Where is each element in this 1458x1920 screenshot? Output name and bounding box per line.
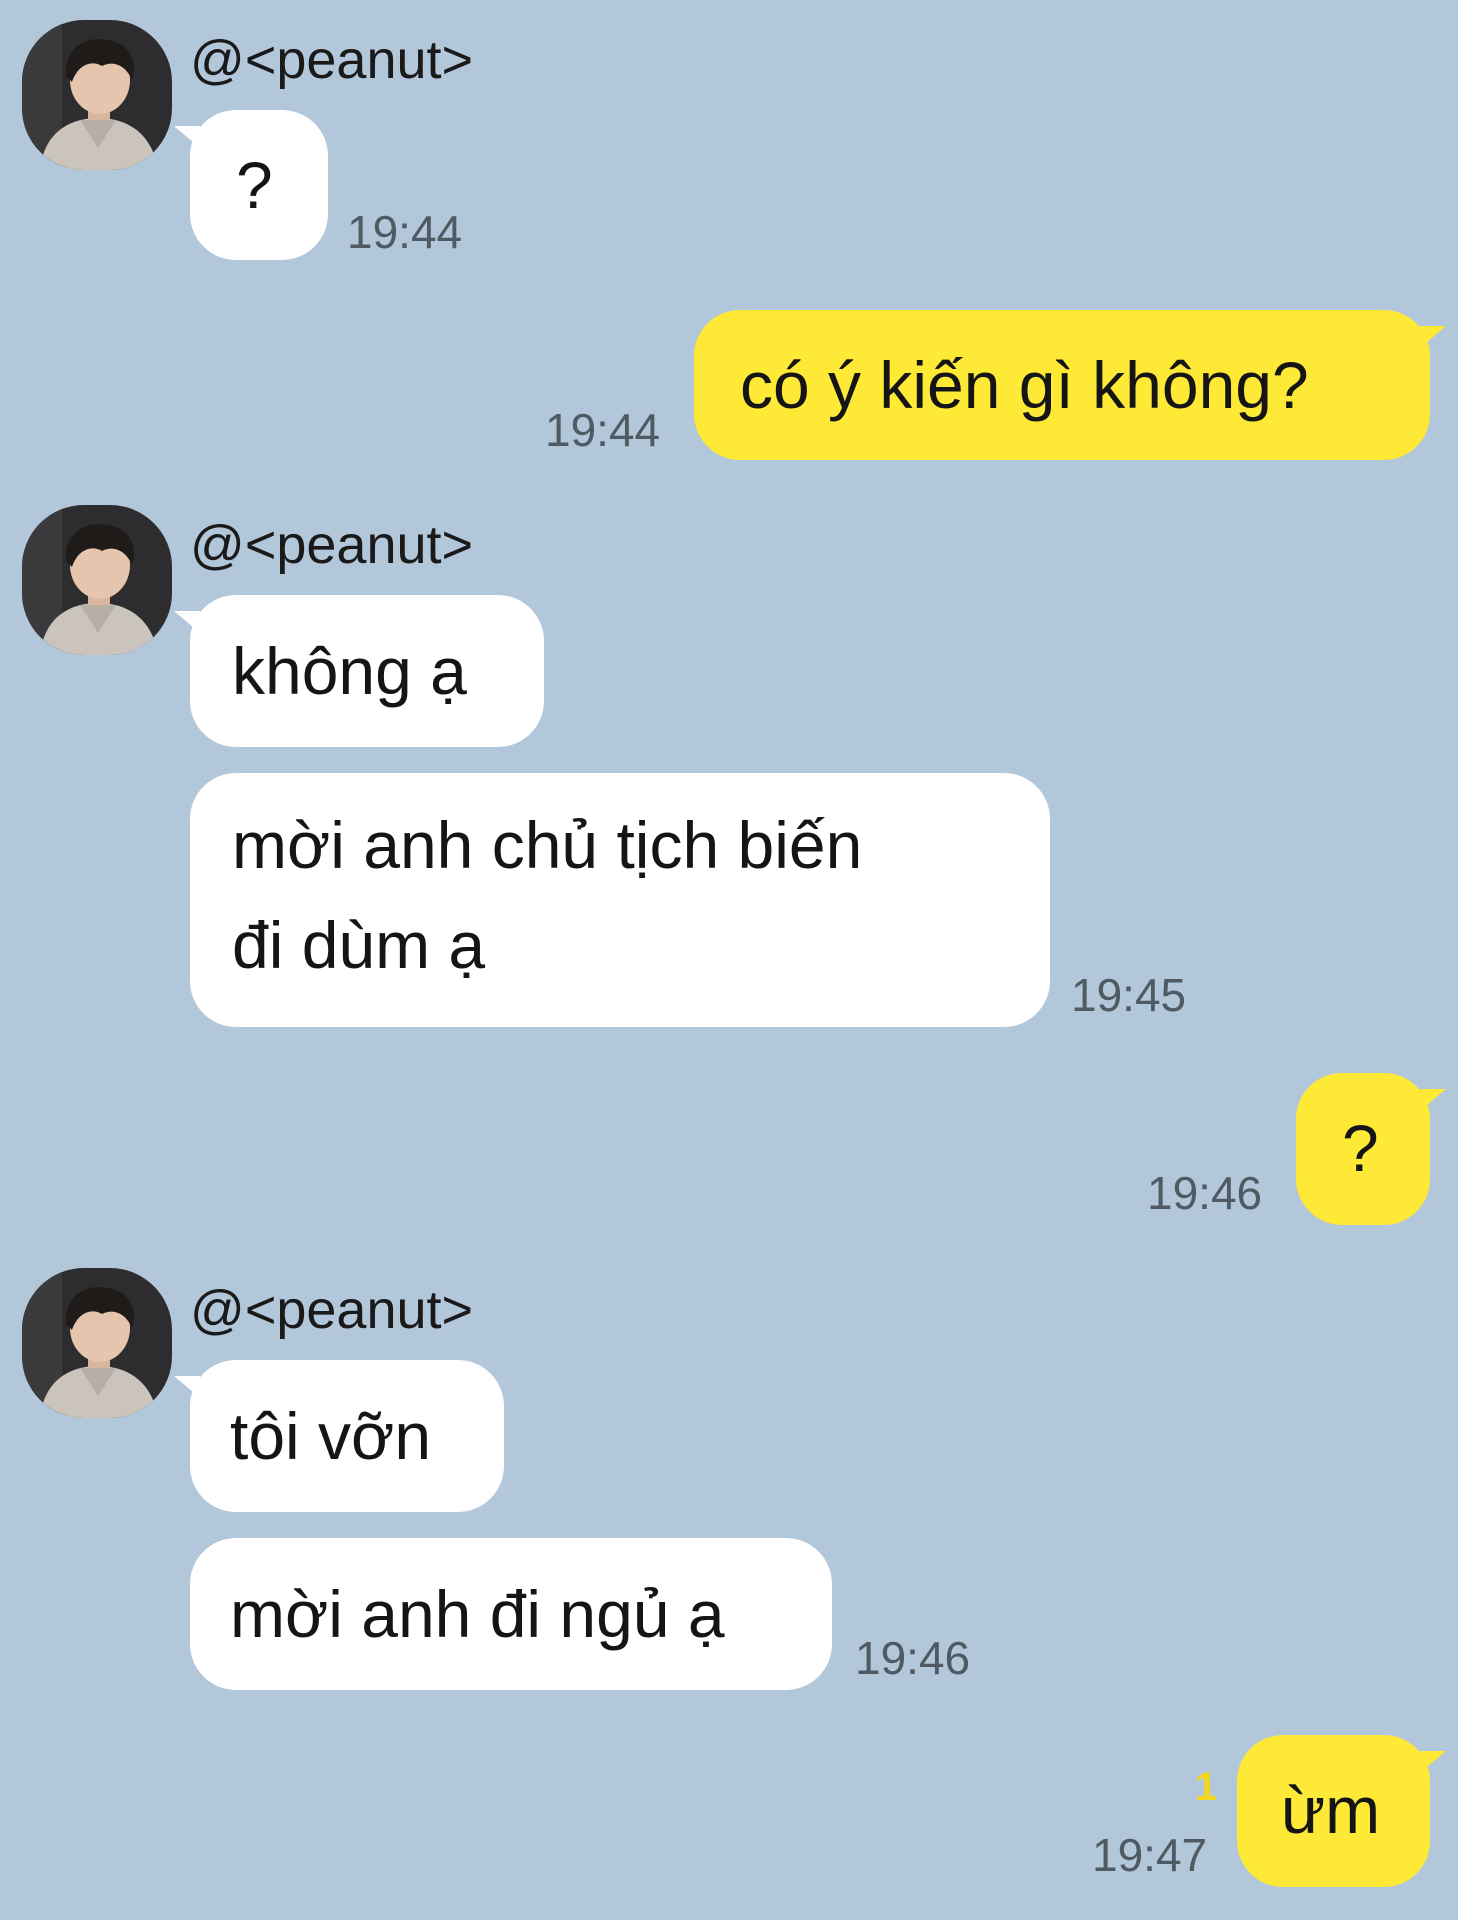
message-text: không ạ [232,634,467,708]
person-photo-avatar-icon [22,20,172,170]
message-time: 19:46 [1147,1167,1263,1219]
message-bubble-outgoing[interactable]: ừm [1237,1735,1446,1887]
message-time: 19:44 [347,206,463,258]
contact-name: @<peanut> [190,30,474,90]
bubble-tail [1420,1751,1446,1773]
message-text: ừm [1281,1773,1381,1847]
message-time: 19:44 [545,404,661,456]
bubble-tail [174,611,200,633]
unread-count: 1 [1195,1765,1218,1809]
person-photo-avatar-icon [22,505,172,655]
contact-avatar[interactable] [22,20,172,170]
message-text: có ý kiến gì không? [740,348,1309,422]
message-bubble-outgoing[interactable]: có ý kiến gì không? [694,310,1446,460]
bubble-tail [174,1376,200,1398]
message-text-line-1: mời anh chủ tịch biến [232,808,863,882]
message-bubble-incoming[interactable]: mời anh đi ngủ ạ [190,1538,832,1690]
message-text: tôi vỡn [230,1399,432,1473]
message-time: 19:45 [1071,969,1187,1021]
bubble-tail [1420,326,1446,348]
bubble-tail [1420,1089,1446,1111]
message-bubble-outgoing[interactable]: ? [1296,1073,1446,1225]
message-text: ? [1342,1111,1379,1185]
message-text-line-2: đi dùm ạ [232,908,486,982]
message-bubble-incoming[interactable]: mời anh chủ tịch biến đi dùm ạ [190,773,1050,1027]
message-bubble-incoming[interactable]: không ạ [174,595,544,747]
contact-name: @<peanut> [190,1280,474,1340]
contact-name: @<peanut> [190,515,474,575]
message-bubble-incoming[interactable]: ? [174,110,328,260]
person-photo-avatar-icon [22,1268,172,1418]
message-time: 19:47 [1092,1829,1208,1881]
bubble-tail [174,126,200,148]
message-time: 19:46 [855,1632,971,1684]
contact-avatar[interactable] [22,1268,172,1418]
message-text: ? [236,148,273,222]
message-bubble-incoming[interactable]: tôi vỡn [174,1360,504,1512]
contact-avatar[interactable] [22,505,172,655]
message-text: mời anh đi ngủ ạ [230,1577,725,1651]
